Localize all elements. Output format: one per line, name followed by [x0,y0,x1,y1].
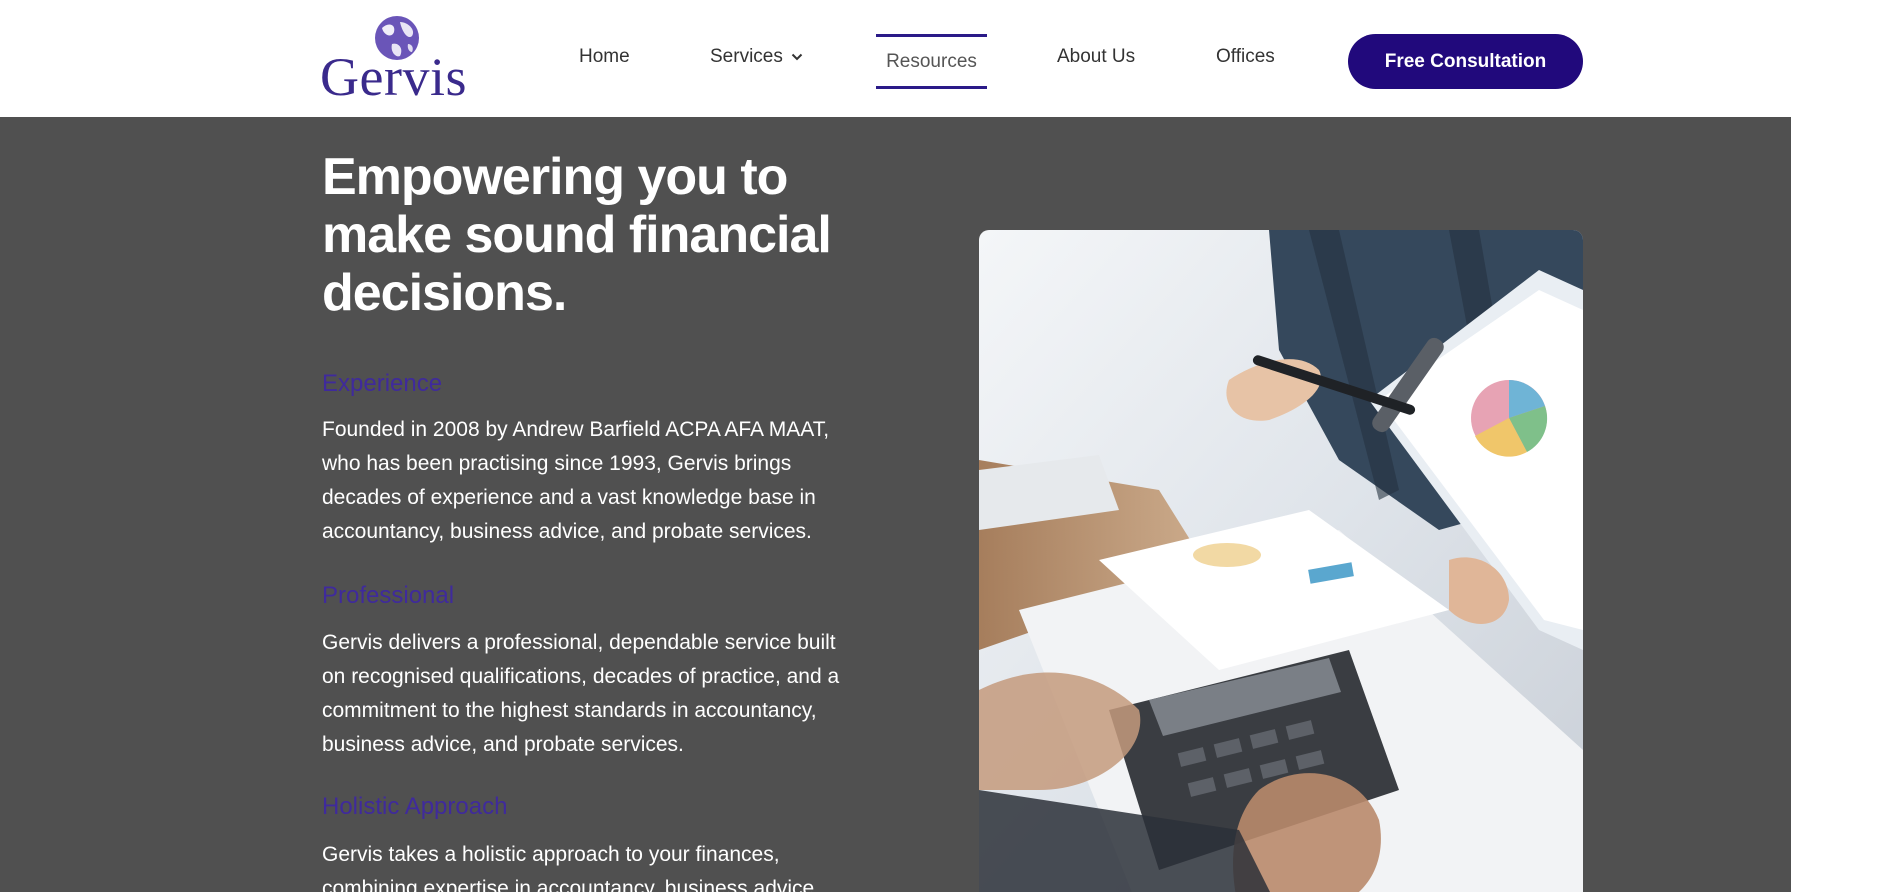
feature-title-holistic: Holistic Approach [322,793,508,820]
feature-body-experience: Founded in 2008 by Andrew Barfield ACPA … [322,418,830,543]
gervis-logo[interactable]: Gervis [320,12,470,104]
feature-body-holistic: Gervis takes a holistic approach to your… [322,843,815,892]
nav-services[interactable]: Services [710,46,803,68]
logo-wordmark: Gervis [320,47,467,107]
free-consultation-button[interactable]: Free Consultation [1348,34,1583,89]
feature-title-experience: Experience [322,370,443,397]
page-gutter [1791,0,1884,892]
hero-headline: Empowering you to make sound financial d… [322,148,832,322]
nav-home[interactable]: Home [579,46,630,68]
chevron-down-icon [791,53,803,61]
nav-about[interactable]: About Us [1057,46,1135,68]
feature-body-professional: Gervis delivers a professional, dependab… [322,631,840,756]
site-header: Gervis Home Services Resources About Us … [0,0,1791,117]
nav-offices[interactable]: Offices [1216,46,1275,68]
feature-title-professional: Professional [322,582,455,609]
finance-photo [979,230,1583,892]
nav-services-label: Services [710,46,783,67]
finance-photo-illustration [979,230,1583,892]
nav-resources[interactable]: Resources [876,34,987,89]
